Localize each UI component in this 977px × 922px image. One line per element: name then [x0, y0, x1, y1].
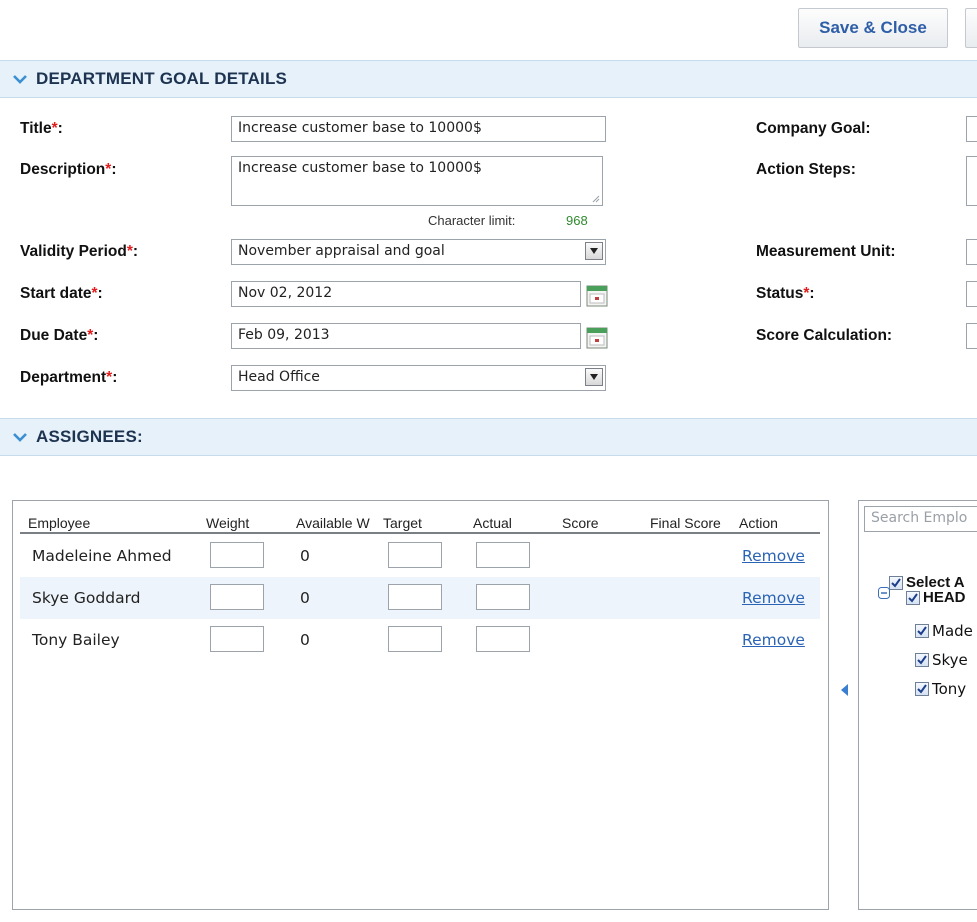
member-label: Tony: [932, 680, 967, 698]
description-textarea[interactable]: Increase customer base to 10000$: [231, 156, 603, 206]
col-actual: Actual: [473, 515, 512, 531]
tree-group-head[interactable]: HEAD: [906, 589, 966, 606]
col-weight: Weight: [206, 515, 250, 531]
description-text: Increase customer base to 10000$: [238, 160, 482, 176]
measurement-unit-label: Measurement Unit:: [756, 243, 896, 260]
department-select[interactable]: Head Office: [231, 365, 606, 391]
assignees-title: ASSIGNEES:: [36, 427, 143, 446]
col-employee: Employee: [28, 515, 91, 531]
start-date-input[interactable]: Nov 02, 2012: [231, 281, 581, 307]
department-label: Department*:: [20, 369, 118, 386]
checkbox-checked-icon[interactable]: [906, 590, 920, 605]
description-label: Description*:: [20, 161, 117, 178]
tree-member[interactable]: Made: [915, 622, 973, 640]
checkbox-checked-icon[interactable]: [915, 653, 929, 667]
move-left-arrow-icon[interactable]: [839, 683, 849, 697]
due-date-input[interactable]: Feb 09, 2013: [231, 323, 581, 349]
save-close-button[interactable]: Save & Close: [798, 8, 948, 48]
score-calculation-label: Score Calculation:: [756, 327, 893, 344]
col-available-weight: Available W: [296, 515, 370, 531]
actual-input[interactable]: [476, 626, 530, 652]
tree-member[interactable]: Tony: [915, 680, 966, 698]
target-input[interactable]: [388, 626, 442, 652]
goal-details-title: DEPARTMENT GOAL DETAILS: [36, 69, 288, 88]
member-label: Made: [932, 622, 973, 640]
calendar-icon[interactable]: [586, 327, 608, 349]
action-steps-label: Action Steps:: [756, 161, 856, 178]
score-calculation-select[interactable]: [966, 323, 977, 349]
target-input[interactable]: [388, 542, 442, 568]
next-toolbar-button[interactable]: [965, 8, 977, 48]
actual-input[interactable]: [476, 584, 530, 610]
checkbox-checked-icon[interactable]: [915, 624, 929, 638]
actual-input[interactable]: [476, 542, 530, 568]
goal-details-header[interactable]: DEPARTMENT GOAL DETAILS: [0, 60, 977, 98]
title-label: Title*:: [20, 120, 63, 137]
col-score: Score: [562, 515, 599, 531]
start-date-label: Start date*:: [20, 285, 103, 302]
remove-link[interactable]: Remove: [742, 589, 805, 607]
validity-period-label: Validity Period*:: [20, 243, 139, 260]
available-weight: 0: [300, 631, 310, 649]
available-weight: 0: [300, 589, 310, 607]
group-label: HEAD: [923, 589, 966, 606]
collapse-minus-icon[interactable]: [878, 587, 890, 599]
resize-grip-icon[interactable]: [592, 195, 600, 203]
weight-input[interactable]: [210, 542, 264, 568]
employee-search-input[interactable]: Search Emplo: [864, 506, 977, 532]
weight-input[interactable]: [210, 626, 264, 652]
target-input[interactable]: [388, 584, 442, 610]
action-steps-textarea[interactable]: [966, 156, 977, 206]
status-select[interactable]: [966, 281, 977, 307]
col-action: Action: [739, 515, 778, 531]
weight-input[interactable]: [210, 584, 264, 610]
employee-picker-panel: [858, 500, 977, 910]
status-label: Status*:: [756, 285, 815, 302]
employee-name: Skye Goddard: [32, 589, 141, 607]
char-limit-label: Character limit:: [428, 213, 516, 228]
tree-member[interactable]: Skye: [915, 651, 968, 669]
col-final-score: Final Score: [650, 515, 721, 531]
col-target: Target: [383, 515, 422, 531]
remove-link[interactable]: Remove: [742, 631, 805, 649]
table-header-divider: [20, 532, 820, 534]
assignees-header[interactable]: ASSIGNEES:: [0, 418, 977, 456]
validity-period-select[interactable]: November appraisal and goal: [231, 239, 606, 265]
department-value: Head Office: [238, 369, 320, 385]
member-label: Skye: [932, 651, 968, 669]
remove-link[interactable]: Remove: [742, 547, 805, 565]
chevron-down-icon: [13, 75, 27, 84]
dropdown-arrow-icon[interactable]: [585, 368, 603, 386]
title-input[interactable]: Increase customer base to 10000$: [231, 116, 606, 142]
calendar-icon[interactable]: [586, 285, 608, 307]
chevron-down-icon: [13, 433, 27, 442]
checkbox-checked-icon[interactable]: [889, 575, 903, 590]
checkbox-checked-icon[interactable]: [915, 682, 929, 696]
validity-period-value: November appraisal and goal: [238, 243, 445, 259]
char-limit-count: 968: [566, 213, 588, 228]
company-goal-input[interactable]: [966, 116, 977, 142]
employee-name: Tony Bailey: [32, 631, 120, 649]
company-goal-label: Company Goal:: [756, 120, 871, 137]
available-weight: 0: [300, 547, 310, 565]
due-date-label: Due Date*:: [20, 327, 99, 344]
measurement-unit-select[interactable]: [966, 239, 977, 265]
employee-name: Madeleine Ahmed: [32, 547, 172, 565]
dropdown-arrow-icon[interactable]: [585, 242, 603, 260]
